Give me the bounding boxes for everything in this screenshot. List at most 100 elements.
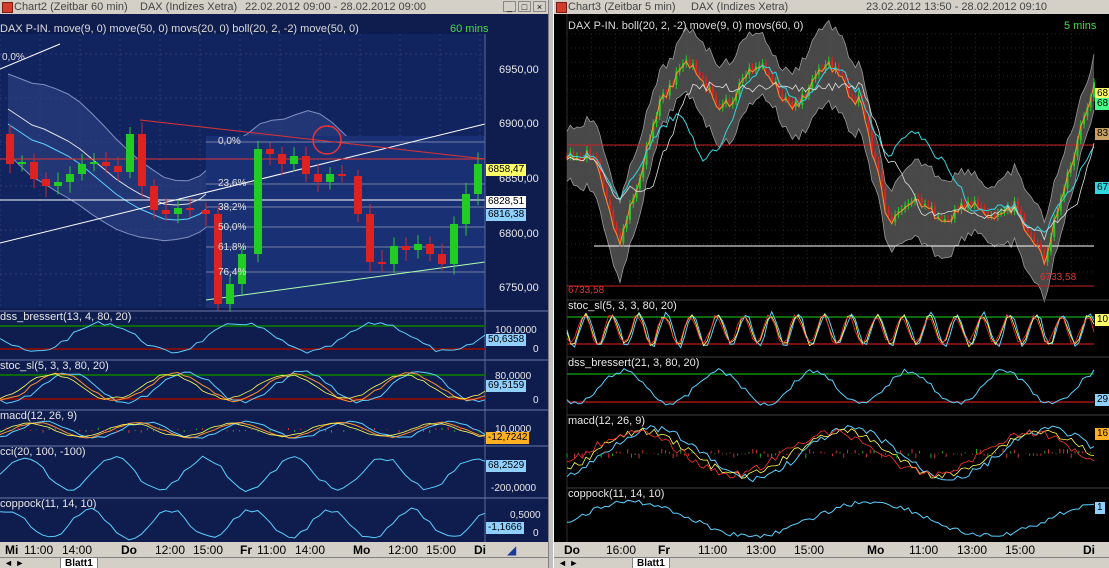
time-label: 11:00 <box>909 543 939 557</box>
minimize-icon[interactable]: _ <box>503 1 516 12</box>
candle-body <box>781 93 784 99</box>
price-axis-label: 6950,00 <box>499 64 539 76</box>
time-label: 15:00 <box>193 543 224 557</box>
indicator-axis-bottom: 0 <box>533 395 539 406</box>
candle-body <box>768 71 771 76</box>
tab-scroll-left-icon[interactable]: ◄ ► <box>558 558 578 568</box>
fib-label: 61,8% <box>218 242 247 253</box>
time-label: Mo <box>867 543 885 557</box>
indicator-label-coppock: coppock(11, 14, 10) <box>568 488 665 500</box>
indicator-label-dss: dss_bressert(13, 4, 80, 20) <box>0 311 132 323</box>
candle-body <box>290 156 298 164</box>
candle-body <box>1036 242 1039 245</box>
close-icon[interactable]: × <box>533 1 546 12</box>
maximize-icon[interactable]: □ <box>518 1 531 12</box>
time-label: 11:00 <box>698 543 728 557</box>
candle-body <box>150 186 158 210</box>
indicator-line <box>566 499 1095 539</box>
candle-body <box>1033 236 1036 243</box>
indicator-value-tag: 50,6358 <box>486 334 527 346</box>
window-titlebar[interactable]: Chart3 (Zeitbar 5 min) DAX (Indizes Xetr… <box>554 0 1109 14</box>
time-label: 16:00 <box>606 543 637 557</box>
indicator-line <box>0 507 486 541</box>
time-label: 12:00 <box>388 543 419 557</box>
fib-box <box>206 136 485 308</box>
timeframe-label: 60 mins <box>450 23 489 35</box>
indicator-value-tag: 16 <box>1095 428 1109 440</box>
price-axis-label: 6900,00 <box>499 118 539 130</box>
candle-body <box>615 225 618 233</box>
candle-body <box>438 254 446 264</box>
fib-label: 0,0% <box>218 136 241 147</box>
window-title: Chart2 (Zeitbar 60 min) <box>14 1 128 13</box>
indicator-value-tag: 29 <box>1095 394 1109 406</box>
candle-body <box>943 219 946 221</box>
candle-body <box>54 182 62 186</box>
fib-label: 38,2% <box>218 202 247 213</box>
candle-body <box>940 215 943 220</box>
candle-body <box>993 215 996 217</box>
sheet-tabbar: ◄ ► Blatt1 <box>0 557 548 568</box>
candle-body <box>426 244 434 254</box>
right-price-tag: 67 <box>1095 182 1109 194</box>
chart-window-5min[interactable]: Chart3 (Zeitbar 5 min) DAX (Indizes Xetr… <box>554 0 1109 568</box>
main-indicator-label: DAX P-IN. boll(20, 2, -2) move(9, 0) mov… <box>568 20 804 32</box>
time-label: Mi <box>5 543 19 557</box>
tab-scroll-left-icon[interactable]: ◄ ► <box>4 558 24 568</box>
fib-label: 50,0% <box>218 222 247 233</box>
candle-body <box>698 71 701 77</box>
fib-label: 23,6% <box>218 178 247 189</box>
candle-body <box>927 203 930 207</box>
candle-body <box>338 174 346 176</box>
chart-area[interactable]: DAX P-IN. move(9, 0) move(50, 0) movs(20… <box>0 14 548 542</box>
candle-body <box>980 206 983 208</box>
candle-body <box>1026 227 1029 233</box>
indicator-axis-top: 0,5000 <box>510 510 541 521</box>
fib-label: 0,0% <box>2 52 25 63</box>
chart-window-60min[interactable]: Chart2 (Zeitbar 60 min) DAX (Indizes Xet… <box>0 0 548 568</box>
candle-body <box>354 176 362 214</box>
candle-body <box>278 154 286 164</box>
candle-body <box>462 194 470 224</box>
candle-body <box>414 244 422 250</box>
sheet-tab[interactable]: Blatt1 <box>632 558 670 568</box>
indicator-value-tag: -1,1666 <box>486 522 524 534</box>
candle-body <box>947 219 950 221</box>
candle-body <box>390 246 398 264</box>
signal-line <box>0 373 486 401</box>
candle-body <box>963 202 966 208</box>
window-instrument: DAX (Indizes Xetra) <box>691 1 789 13</box>
signal-line <box>566 312 1095 348</box>
time-label: 12:00 <box>155 543 186 557</box>
candle-body <box>917 197 920 199</box>
chart-canvas[interactable] <box>554 14 1109 542</box>
window-titlebar[interactable]: Chart2 (Zeitbar 60 min) DAX (Indizes Xet… <box>0 0 548 14</box>
signal-line <box>566 427 1095 479</box>
time-axis: Do 16:00 Fr 11:00 13:00 15:00 Mo 11:00 1… <box>554 542 1109 557</box>
window-range: 22.02.2012 09:00 - 28.02.2012 09:00 <box>245 1 427 13</box>
time-label: 11:00 <box>257 543 287 557</box>
time-label: 14:00 <box>295 543 326 557</box>
candle-body <box>378 262 386 264</box>
indicator-label-dss: dss_bressert(21, 3, 80, 20) <box>568 357 700 369</box>
chart-area[interactable]: DAX P-IN. boll(20, 2, -2) move(9, 0) mov… <box>554 14 1109 542</box>
window-instrument: DAX (Indizes Xetra) <box>140 1 238 13</box>
sheet-tab[interactable]: Blatt1 <box>60 558 98 568</box>
candle-body <box>102 162 110 166</box>
candle-body <box>841 73 844 76</box>
chart-canvas[interactable] <box>0 14 548 542</box>
candle-body <box>42 179 50 186</box>
candle-body <box>887 210 890 217</box>
candle-body <box>874 152 877 161</box>
candle-body <box>254 149 262 254</box>
candle-body <box>450 224 458 264</box>
candle-body <box>474 164 482 194</box>
oversold-band <box>0 348 485 350</box>
candle-body <box>138 134 146 186</box>
indicator-value-tag: 10 <box>1095 314 1109 326</box>
candle-body <box>1030 232 1033 237</box>
draw-tool-icon[interactable]: ◢ <box>507 543 516 557</box>
time-label: 15:00 <box>426 543 457 557</box>
candle-body <box>162 210 170 214</box>
low-price-label-right: 6733,58 <box>1040 272 1077 283</box>
